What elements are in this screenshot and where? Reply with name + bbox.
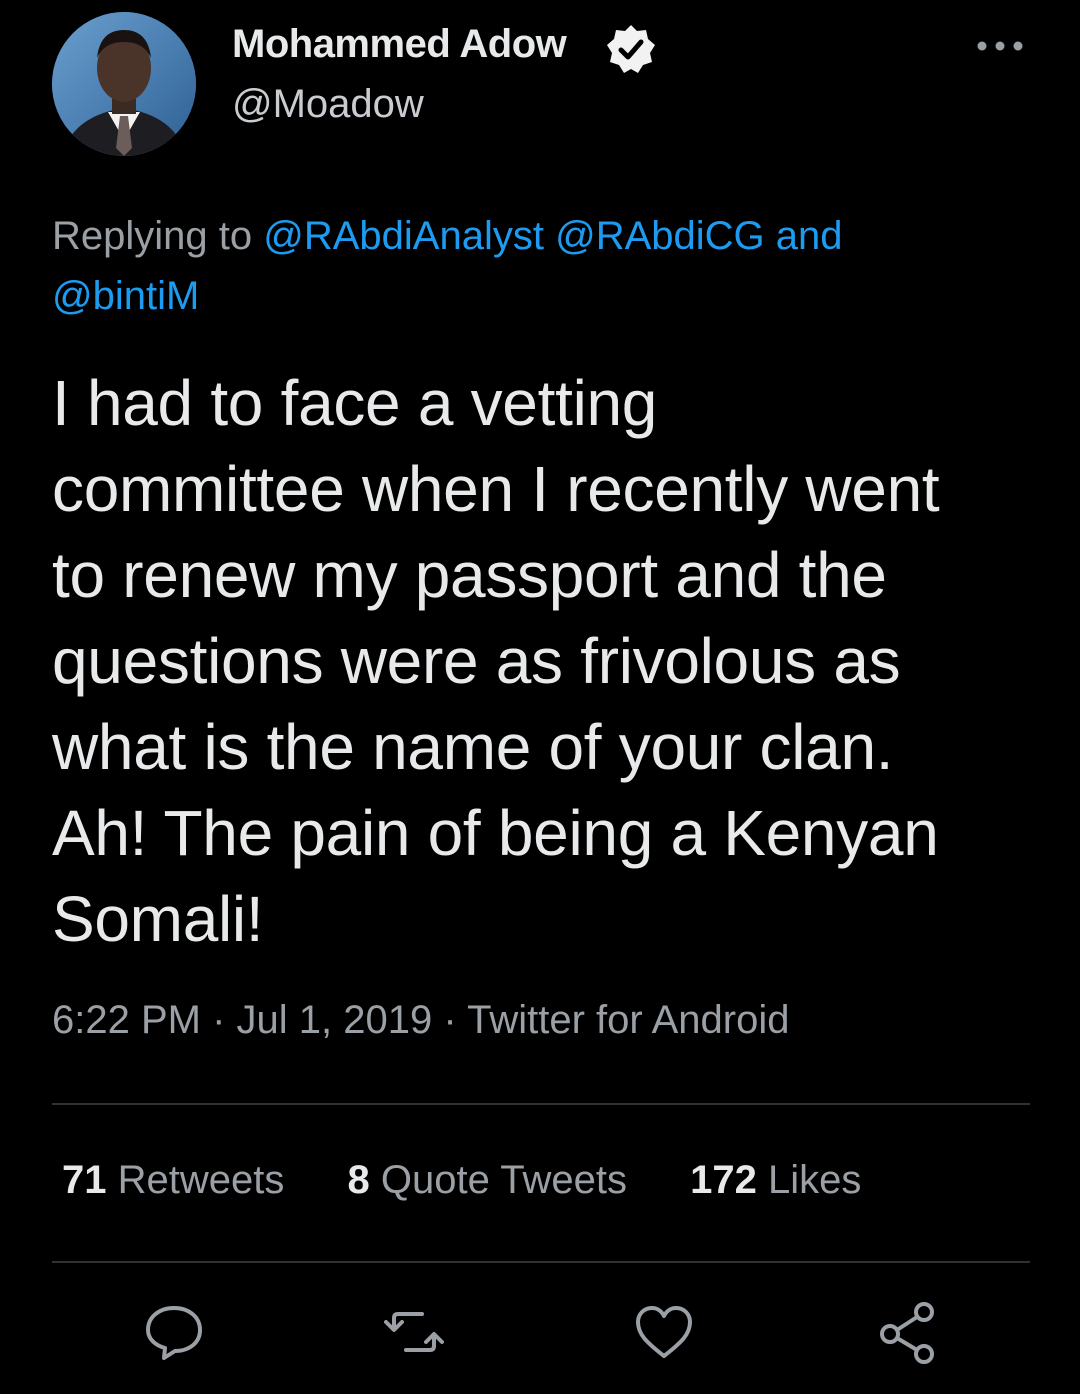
replying-to-label: Replying to: [52, 214, 253, 258]
mention-link[interactable]: @RAbdiCG: [555, 214, 765, 258]
mention-link[interactable]: @bintiM: [52, 274, 199, 318]
tweet-date[interactable]: Jul 1, 2019: [237, 998, 433, 1042]
likes-count: 172: [690, 1158, 757, 1202]
tweet-metadata: 6:22 PM · Jul 1, 2019 · Twitter for Andr…: [52, 998, 789, 1043]
quote-tweets-stat[interactable]: 8 Quote Tweets: [348, 1158, 627, 1203]
likes-stat[interactable]: 172 Likes: [690, 1158, 861, 1203]
retweets-label: Retweets: [117, 1158, 285, 1202]
divider: [52, 1103, 1030, 1105]
quote-tweets-count: 8: [347, 1158, 370, 1202]
avatar[interactable]: [52, 12, 196, 156]
tweet-time[interactable]: 6:22 PM: [52, 998, 201, 1042]
like-icon[interactable]: [632, 1300, 696, 1364]
likes-label: Likes: [767, 1158, 862, 1202]
more-options-icon[interactable]: [972, 28, 1028, 64]
retweets-stat[interactable]: 71 Retweets: [62, 1158, 284, 1203]
meta-separator: ·: [212, 998, 226, 1042]
reply-icon[interactable]: [142, 1300, 206, 1364]
tweet-source[interactable]: Twitter for Android: [467, 998, 789, 1042]
retweets-count: 71: [62, 1158, 107, 1202]
user-handle[interactable]: @Moadow: [232, 82, 424, 127]
meta-separator: ·: [443, 998, 457, 1042]
display-name[interactable]: Mohammed Adow: [232, 22, 567, 67]
divider: [52, 1261, 1030, 1263]
replying-to-line: Replying to @RAbdiAnalyst @RAbdiCG and @…: [52, 206, 1012, 326]
engagement-stats: 71 Retweets 8 Quote Tweets 172 Likes: [62, 1158, 913, 1203]
retweet-icon[interactable]: [382, 1300, 446, 1364]
tweet-detail: Mohammed Adow @Moadow Replying to @RAbdi…: [0, 0, 1080, 1394]
verified-badge-icon: [607, 25, 655, 73]
mention-link[interactable]: @RAbdiAnalyst: [263, 214, 544, 258]
and-others-link[interactable]: and: [776, 214, 843, 258]
tweet-text: I had to face a vetting committee when I…: [52, 367, 940, 955]
share-icon[interactable]: [876, 1300, 940, 1364]
quote-tweets-label: Quote Tweets: [380, 1158, 627, 1202]
